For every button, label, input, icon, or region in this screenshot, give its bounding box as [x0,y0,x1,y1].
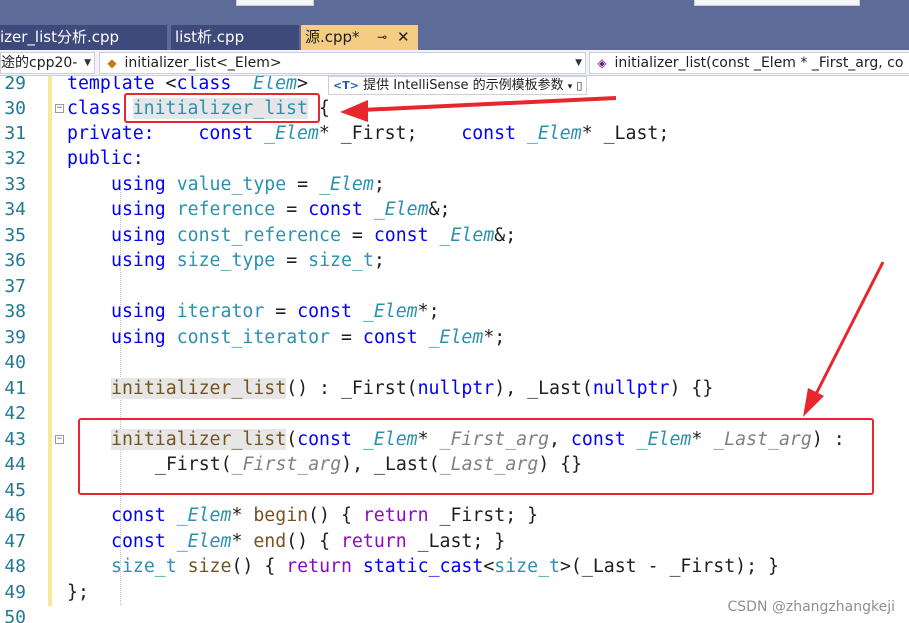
document-tab-strip: izer_list分析.cpp list析.cpp 源.cpp* ⊸ ✕ [0,0,909,50]
code-line-46: 46 const _Elem* begin() { return _First;… [0,503,909,528]
collapse-icon[interactable]: − [55,104,64,113]
code-text: size_t size() { return static_cast<size_… [111,556,779,577]
line-number: 48 [4,556,26,577]
line-number: 36 [4,250,26,271]
collapse-icon[interactable]: − [55,435,64,444]
code-line-36: 36 using size_type = size_t; [0,248,909,273]
hint-text: 提供 IntelliSense 的示例模板参数 [363,78,564,93]
chevron-down-icon: ▾ [567,82,573,92]
line-number: 49 [4,582,26,603]
chevron-down-icon: ▼ [84,58,91,68]
tab-initializer-list-analysis[interactable]: izer_list分析.cpp [0,25,167,50]
line-number: 37 [4,276,26,297]
member-label: initializer_list(const _Elem * _First_ar… [614,55,904,71]
line-number: 35 [4,225,26,246]
line-number: 44 [4,454,26,475]
code-line-37: 37 [0,274,909,299]
line-number: 41 [4,378,26,399]
code-text: using const_iterator = const _Elem*; [111,327,506,348]
tab-list-analysis[interactable]: list析.cpp [171,25,299,50]
template-badge-icon: <T> [333,79,359,92]
watermark: CSDN @zhangzhangkeji [727,599,896,615]
code-text: using size_type = size_t; [111,250,385,271]
code-text: public: [67,148,144,169]
method-icon: ◈ [597,56,607,70]
navigation-bar: 途的cpp20- ▼ ◆ initializer_list<_Elem> ▼ ◈… [0,50,909,76]
code-text: const _Elem* end() { return _Last; } [111,531,506,552]
line-number: 34 [4,199,26,220]
annotation-box-class-name [124,93,320,123]
code-text: initializer_list() : _First(nullptr), _L… [111,378,714,399]
pin-icon[interactable]: ⊸ [377,25,387,49]
code-line-34: 34 using reference = const _Elem&; [0,197,909,222]
project-dropdown[interactable]: 途的cpp20- ▼ [0,52,95,74]
code-line-40: 40 [0,350,909,375]
scope-label: initializer_list<_Elem> [124,55,282,71]
line-number: 43 [4,429,26,450]
code-line-31: 31 private: const _Elem* _First; const _… [0,121,909,146]
code-line-35: 35 using const_reference = const _Elem&; [0,223,909,248]
toolbar-search-box[interactable] [694,0,860,6]
tab-label: izer_list分析.cpp [0,28,120,46]
code-editor[interactable]: 29 template <class _Elem> <T> 提供 Intelli… [0,76,909,623]
annotation-box-constructor [78,418,874,495]
code-line-32: 32 public: [0,146,909,171]
line-number: 39 [4,327,26,348]
code-line-41: 41 initializer_list() : _First(nullptr),… [0,376,909,401]
project-label: 途的cpp20- [1,55,78,71]
code-line-39: 39 using const_iterator = const _Elem*; [0,325,909,350]
code-line-48: 48 size_t size() { return static_cast<si… [0,554,909,579]
intellisense-template-hint[interactable]: <T> 提供 IntelliSense 的示例模板参数 ▾ ▯ [328,76,588,95]
line-number: 30 [4,98,26,119]
code-text: }; [67,582,89,603]
square-icon: ▯ [576,79,583,92]
code-text: using reference = const _Elem&; [111,199,451,220]
code-text: private: const _Elem* _First; const _Ele… [67,123,670,144]
member-dropdown[interactable]: ◈ initializer_list(const _Elem * _First_… [589,52,909,74]
line-number: 42 [4,403,26,424]
line-number: 29 [4,76,26,94]
line-number: 33 [4,174,26,195]
tab-source-cpp[interactable]: 源.cpp* ⊸ ✕ [301,25,418,50]
tab-label: list析.cpp [175,28,245,46]
toolbar-combo-box[interactable] [236,0,314,6]
line-number: 32 [4,148,26,169]
line-number: 38 [4,301,26,322]
line-number: 40 [4,352,26,373]
code-line-38: 38 using iterator = const _Elem*; [0,299,909,324]
code-line-47: 47 const _Elem* end() { return _Last; } [0,529,909,554]
close-icon[interactable]: ✕ [397,25,410,49]
code-line-33: 33 using value_type = _Elem; [0,172,909,197]
code-text: using const_reference = const _Elem&; [111,225,517,246]
line-number: 50 [4,607,26,623]
line-number: 46 [4,505,26,526]
chevron-down-icon: ▼ [575,58,582,68]
code-text: const _Elem* begin() { return _First; } [111,505,539,526]
line-number: 31 [4,123,26,144]
tab-label: 源.cpp* [305,28,360,46]
code-text: using iterator = const _Elem*; [111,301,440,322]
class-template-icon: ◆ [107,56,117,70]
line-number: 45 [4,480,26,501]
scope-dropdown[interactable]: ◆ initializer_list<_Elem> ▼ [99,52,586,74]
line-number: 47 [4,531,26,552]
code-text: using value_type = _Elem; [111,174,385,195]
